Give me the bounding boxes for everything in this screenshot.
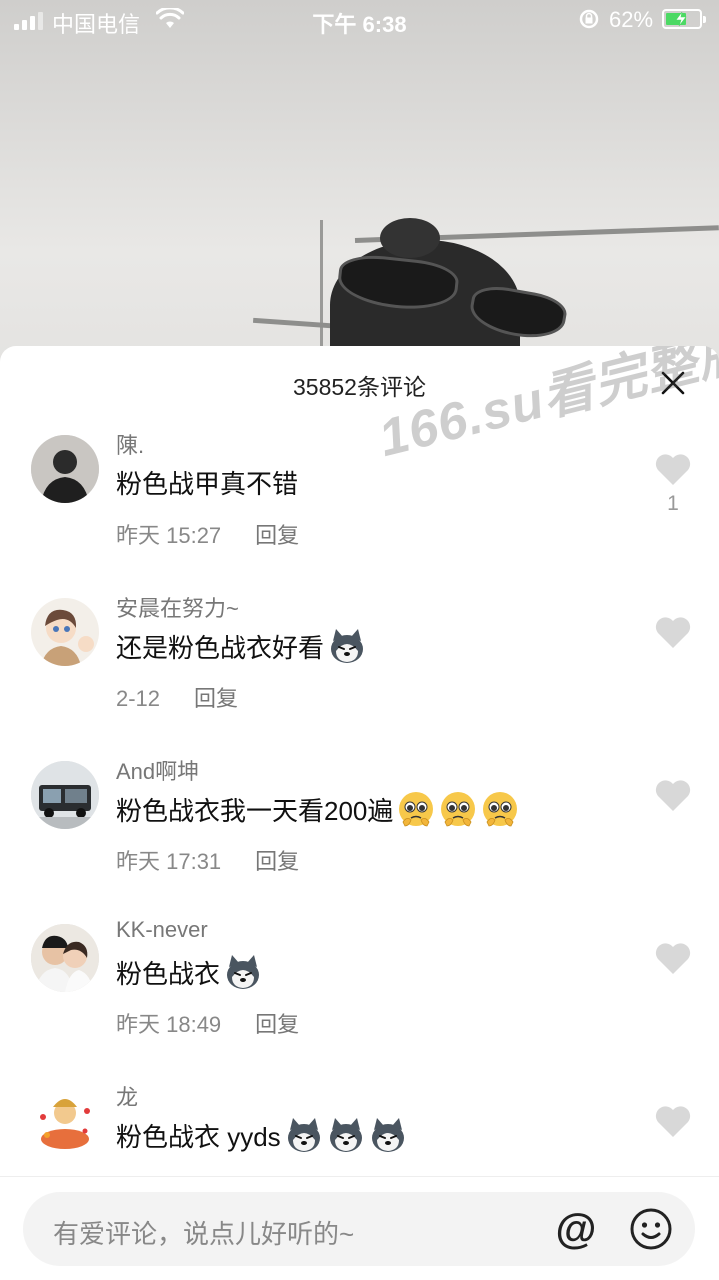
status-bar: 中国电信 下午 6:38 62% — [0, 0, 719, 40]
video-person-bun — [380, 218, 440, 258]
comment-text: 还是粉色战衣好看 — [116, 627, 366, 665]
reply-button[interactable]: 回复 — [255, 1012, 299, 1037]
charging-bolt-icon — [675, 11, 687, 27]
video-frame[interactable] — [0, 0, 719, 360]
pleading-emoji-icon — [481, 790, 519, 828]
battery-percent: 62% — [609, 7, 654, 32]
comment-sheet: 35852条评论 166.su看完整版 陳. 粉色战甲真不错 昨天 15:27 回… — [0, 346, 719, 1280]
battery-icon — [662, 9, 706, 29]
comment-meta: 昨天 15:27 回复 — [116, 518, 299, 550]
comment-item[interactable]: And啊坤 粉色战衣我一天看200遍 昨天 17:31 回复 — [0, 759, 719, 924]
comment-text: 粉色战衣我一天看200遍 — [116, 790, 519, 828]
comment-date: 昨天 18:49 — [116, 1012, 222, 1037]
comment-text-content: 粉色战衣我一天看200遍 — [116, 795, 394, 826]
avatar[interactable] — [31, 1087, 99, 1155]
comment-meta: 昨天 18:49 回复 — [116, 1007, 299, 1039]
comment-item[interactable]: 陳. 粉色战甲真不错 昨天 15:27 回复 1 — [0, 433, 719, 598]
comment-date: 2-12 — [116, 686, 161, 711]
reply-button[interactable]: 回复 — [194, 686, 238, 711]
comment-input-bar: 有爱评论，说点儿好听的~ @ — [0, 1176, 719, 1280]
comment-username[interactable]: KK-never — [116, 917, 208, 943]
husky-emoji-icon — [328, 627, 366, 665]
comment-text-content: 还是粉色战衣好看 — [116, 632, 325, 663]
avatar[interactable] — [31, 598, 99, 666]
pleading-emoji-icon — [397, 790, 435, 828]
like-heart-icon[interactable] — [654, 1104, 692, 1138]
comment-text-content: 粉色战衣 — [116, 958, 221, 989]
comment-date: 昨天 15:27 — [116, 523, 222, 548]
like-heart-icon[interactable] — [654, 452, 692, 486]
comment-meta: 昨天 17:31 回复 — [116, 844, 299, 876]
husky-emoji-icon — [369, 1116, 407, 1154]
comment-text: 粉色战甲真不错 — [116, 464, 298, 501]
like-count: 1 — [667, 492, 679, 515]
comment-meta: 2-12 回复 — [116, 681, 238, 713]
comment-text: 粉色战衣 yyds — [116, 1116, 407, 1154]
video-wall-edge — [320, 220, 323, 360]
reply-button[interactable]: 回复 — [255, 523, 299, 548]
husky-emoji-icon — [224, 953, 262, 991]
comment-username[interactable]: And啊坤 — [116, 754, 199, 786]
avatar[interactable] — [31, 761, 99, 829]
smile-icon[interactable] — [628, 1206, 674, 1252]
orientation-lock-icon — [579, 9, 599, 29]
comment-text-content: 粉色战衣 yyds — [116, 1121, 281, 1152]
like-heart-icon[interactable] — [654, 778, 692, 812]
comment-username[interactable]: 龙 — [116, 1080, 138, 1112]
comment-item[interactable]: KK-never 粉色战衣 昨天 18:49 回复 — [0, 917, 719, 1087]
at-mention-icon[interactable]: @ — [553, 1206, 599, 1252]
comment-input-placeholder: 有爱评论，说点儿好听的~ — [53, 1219, 355, 1249]
like-heart-icon[interactable] — [654, 615, 692, 649]
comment-item[interactable]: 安晨在努力~ 还是粉色战衣好看 2-12 回复 — [0, 596, 719, 761]
pleading-emoji-icon — [439, 790, 477, 828]
comment-input[interactable]: 有爱评论，说点儿好听的~ @ — [23, 1192, 695, 1266]
comment-date: 昨天 17:31 — [116, 849, 222, 874]
husky-emoji-icon — [285, 1116, 323, 1154]
comment-text: 粉色战衣 — [116, 953, 262, 991]
husky-emoji-icon — [327, 1116, 365, 1154]
avatar[interactable] — [31, 924, 99, 992]
comment-text-content: 粉色战甲真不错 — [116, 469, 299, 499]
avatar[interactable] — [31, 435, 99, 503]
comment-username[interactable]: 安晨在努力~ — [116, 591, 239, 623]
comment-username[interactable]: 陳. — [116, 428, 144, 460]
reply-button[interactable]: 回复 — [255, 849, 299, 874]
like-heart-icon[interactable] — [654, 941, 692, 975]
